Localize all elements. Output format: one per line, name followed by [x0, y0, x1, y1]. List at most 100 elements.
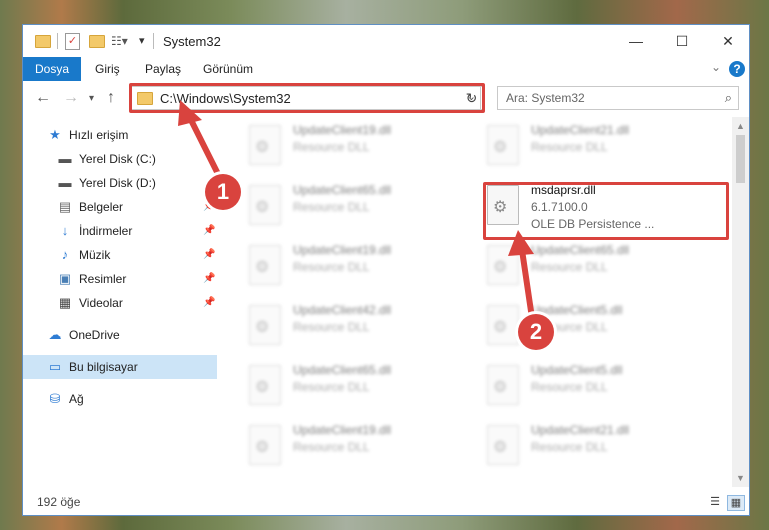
separator: [153, 33, 154, 49]
sidebar-item-onedrive[interactable]: ☁ OneDrive: [23, 323, 217, 347]
sidebar-item-label: İndirmeler: [79, 224, 133, 238]
file-name: UpdateClient5.dll: [531, 363, 623, 377]
dll-file-icon: [487, 125, 519, 165]
file-type: Resource DLL: [293, 380, 370, 394]
videos-icon: ▦: [58, 295, 72, 310]
tab-paylas[interactable]: Paylaş: [135, 57, 191, 81]
file-type: Resource DLL: [293, 440, 370, 454]
ribbon-tabs: Dosya Giriş Paylaş Görünüm ⌄ ?: [23, 57, 749, 113]
vertical-scrollbar[interactable]: ▲ ▼: [732, 117, 749, 487]
file-type: Resource DLL: [531, 260, 608, 274]
file-type: Resource DLL: [293, 320, 370, 334]
documents-icon: ▤: [58, 199, 72, 214]
file-type: Resource DLL: [293, 140, 370, 154]
file-name: UpdateClient19.dll: [293, 243, 392, 257]
file-name: UpdateClient5.dll: [531, 303, 623, 317]
view-options-icon[interactable]: ☷▾: [111, 34, 128, 48]
sidebar-item-downloads[interactable]: ↓ İndirmeler 📌: [23, 219, 217, 243]
sidebar-item-network[interactable]: ⛁ Ağ: [23, 387, 217, 411]
step-marker-2: 2: [518, 314, 554, 350]
pin-icon[interactable]: 📌: [203, 243, 215, 267]
address-highlight: [129, 83, 485, 113]
scroll-up-icon[interactable]: ▲: [736, 121, 745, 131]
sidebar-item-label: Bu bilgisayar: [69, 360, 138, 374]
navigation-pane: ★ Hızlı erişim ▬ Yerel Disk (C:) ▬ Yerel…: [23, 117, 217, 487]
list-item[interactable]: UpdateClient65.dll Resource DLL: [247, 361, 475, 417]
window-title: System32: [163, 34, 221, 49]
tab-giris[interactable]: Giriş: [85, 57, 130, 81]
folder-icon: [35, 35, 51, 48]
tab-gorunum[interactable]: Görünüm: [193, 57, 263, 81]
pin-icon[interactable]: 📌: [203, 219, 215, 243]
dll-file-icon: [249, 425, 281, 465]
up-arrow-icon[interactable]: ↑: [107, 89, 115, 107]
maximize-button[interactable]: ☐: [659, 25, 705, 57]
help-button[interactable]: ?: [729, 61, 745, 77]
list-item[interactable]: UpdateClient65.dll Resource DLL: [485, 241, 713, 297]
sidebar-item-label: Videolar: [79, 296, 123, 310]
list-item[interactable]: UpdateClient19.dll Resource DLL: [247, 241, 475, 297]
sidebar-item-quick-access[interactable]: ★ Hızlı erişim: [23, 123, 217, 147]
cloud-icon: ☁: [48, 327, 62, 342]
customize-toolbar-icon[interactable]: ▾: [139, 34, 145, 47]
new-folder-icon[interactable]: [89, 35, 105, 48]
item-count: 192 öğe: [37, 495, 81, 509]
list-item[interactable]: UpdateClient19.dll Resource DLL: [247, 421, 475, 477]
forward-arrow-icon[interactable]: →: [63, 89, 79, 107]
sidebar-item-this-pc[interactable]: ▭ Bu bilgisayar: [23, 355, 217, 379]
list-item[interactable]: UpdateClient21.dll Resource DLL: [485, 421, 713, 477]
file-name: UpdateClient42.dll: [293, 303, 392, 317]
recent-locations-icon[interactable]: ▾: [89, 93, 94, 104]
status-bar: 192 öğe ☰ ▦: [23, 487, 749, 515]
music-icon: ♪: [61, 247, 69, 262]
computer-icon: ▭: [48, 359, 62, 374]
file-type: Resource DLL: [531, 380, 608, 394]
sidebar-item-disk-d[interactable]: ▬ Yerel Disk (D:): [23, 171, 217, 195]
sidebar-item-label: Yerel Disk (D:): [79, 176, 156, 190]
sidebar-item-label: Yerel Disk (C:): [79, 152, 156, 166]
expand-ribbon-icon[interactable]: ⌄: [711, 60, 721, 74]
download-icon: ↓: [61, 223, 69, 238]
tiles-view-icon[interactable]: ▦: [727, 495, 745, 511]
pin-icon[interactable]: 📌: [203, 291, 215, 315]
properties-icon[interactable]: ✓: [65, 33, 80, 50]
sidebar-item-pictures[interactable]: ▣ Resimler 📌: [23, 267, 217, 291]
disk-icon: ▬: [58, 151, 72, 166]
sidebar-item-videos[interactable]: ▦ Videolar 📌: [23, 291, 217, 315]
navigation-bar: ← → ▾ ↑ C:\Windows\System32 ⌄ ↻ Ara: Sys…: [23, 81, 749, 117]
network-icon: ⛁: [49, 391, 61, 406]
pin-icon[interactable]: 📌: [203, 267, 215, 291]
dll-file-icon: [487, 365, 519, 405]
search-placeholder: Ara: System32: [506, 91, 585, 105]
file-type: Resource DLL: [293, 260, 370, 274]
file-name: UpdateClient65.dll: [293, 183, 392, 197]
step-marker-1: 1: [205, 174, 241, 210]
sidebar-item-documents[interactable]: ▤ Belgeler 📌: [23, 195, 217, 219]
list-item[interactable]: UpdateClient65.dll Resource DLL: [247, 181, 475, 237]
close-button[interactable]: ✕: [705, 25, 749, 57]
back-arrow-icon[interactable]: ←: [35, 89, 51, 107]
details-view-icon[interactable]: ☰: [707, 495, 723, 509]
file-name: UpdateClient19.dll: [293, 423, 392, 437]
file-list: UpdateClient19.dll Resource DLL UpdateCl…: [219, 117, 733, 487]
list-item[interactable]: UpdateClient5.dll Resource DLL: [485, 361, 713, 417]
dll-file-icon: [487, 305, 519, 345]
list-item[interactable]: UpdateClient42.dll Resource DLL: [247, 301, 475, 357]
dll-file-icon: [249, 305, 281, 345]
sidebar-item-disk-c[interactable]: ▬ Yerel Disk (C:): [23, 147, 217, 171]
file-type: Resource DLL: [531, 140, 608, 154]
sidebar-item-label: Müzik: [79, 248, 111, 262]
disk-icon: ▬: [58, 175, 72, 190]
search-input[interactable]: Ara: System32 ⌕: [497, 86, 739, 110]
list-item[interactable]: UpdateClient21.dll Resource DLL: [485, 121, 713, 177]
file-name: UpdateClient65.dll: [531, 243, 630, 257]
sidebar-item-label: OneDrive: [69, 328, 120, 342]
sidebar-item-label: Hızlı erişim: [69, 128, 129, 142]
explorer-window: ✓ ☷▾ ▾ System32 — ☐ ✕ Dosya Giriş Paylaş…: [22, 24, 750, 516]
minimize-button[interactable]: —: [613, 25, 659, 57]
list-item[interactable]: UpdateClient19.dll Resource DLL: [247, 121, 475, 177]
search-icon[interactable]: ⌕: [725, 90, 732, 106]
scrollbar-thumb[interactable]: [736, 135, 745, 183]
scroll-down-icon[interactable]: ▼: [736, 473, 745, 483]
sidebar-item-music[interactable]: ♪ Müzik 📌: [23, 243, 217, 267]
